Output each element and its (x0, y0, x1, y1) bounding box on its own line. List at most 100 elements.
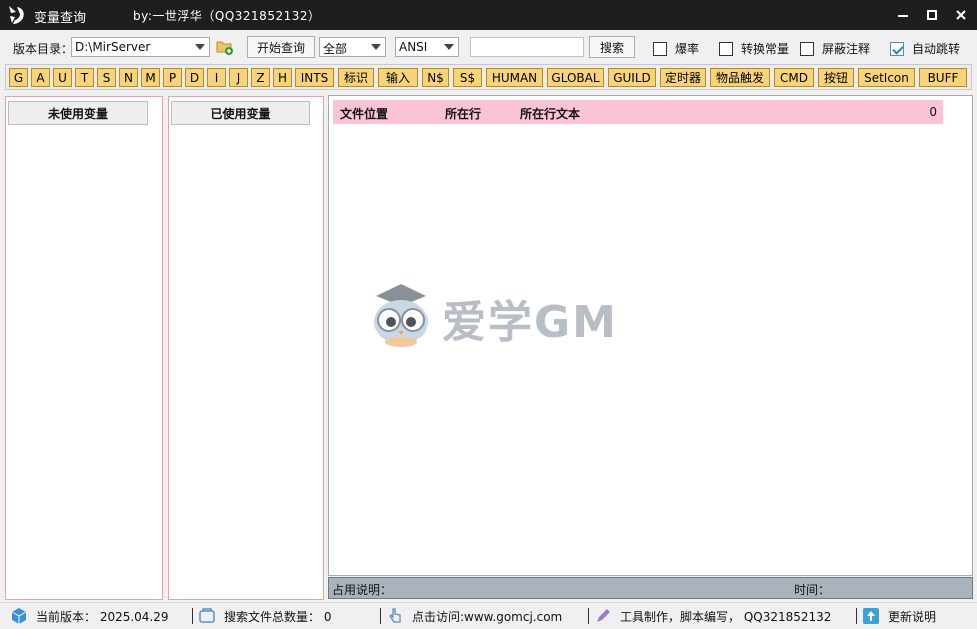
chevron-down-icon (371, 44, 381, 50)
checkbox-label: 屏蔽注释 (822, 42, 871, 56)
var-button-a[interactable]: A (31, 68, 50, 87)
title-bar: 变量查询 by:一世浮华（QQ321852132） (0, 0, 977, 30)
var-button-seticon[interactable]: SetIcon (858, 68, 915, 87)
credit-text: 工具制作，脚本编写， QQ321852132 (620, 609, 832, 624)
var-button-global[interactable]: GLOBAL (547, 68, 604, 87)
checkbox-box[interactable] (653, 41, 667, 56)
var-button-item-trigger[interactable]: 物品触发 (710, 68, 770, 87)
checkbox-box-checked[interactable] (890, 41, 904, 56)
var-button-buff[interactable]: BUFF (919, 68, 967, 87)
var-button-tag[interactable]: 标识 (338, 68, 374, 87)
column-file-location[interactable]: 文件位置 (340, 105, 388, 122)
minimize-icon (898, 15, 908, 17)
var-button-h[interactable]: H (273, 68, 292, 87)
checkbox-auto-jump[interactable]: 自动跳转 (890, 40, 960, 57)
var-button-s-dollar[interactable]: S$ (453, 68, 482, 87)
checkbox-box[interactable] (719, 41, 733, 56)
var-button-d[interactable]: D (185, 68, 204, 87)
minimize-button[interactable] (888, 0, 918, 30)
var-button-j[interactable]: J (229, 68, 248, 87)
unused-variables-panel[interactable]: 未使用变量 (5, 96, 163, 600)
var-button-cmd[interactable]: CMD (774, 68, 814, 87)
separator (588, 608, 589, 624)
var-button-i[interactable]: I (207, 68, 226, 87)
time-label: 时间： (794, 583, 831, 597)
folder-add-button[interactable] (216, 38, 234, 56)
var-button-t[interactable]: T (75, 68, 94, 87)
app-logo-icon (9, 6, 24, 24)
var-button-human[interactable]: HUMAN (486, 68, 543, 87)
bottom-status-bar: 当前版本： 2025.04.29 搜索文件总数量： 0 点击访问:www.gom… (0, 602, 977, 629)
dir-label: 版本目录： (13, 42, 74, 56)
close-button[interactable] (946, 0, 976, 30)
used-variables-panel[interactable]: 已使用变量 (168, 96, 324, 600)
version-item: 当前版本： 2025.04.29 (10, 607, 169, 625)
chevron-down-icon (444, 44, 454, 50)
var-button-guild[interactable]: GUILD (608, 68, 656, 87)
column-line-text[interactable]: 所在行文本 (520, 105, 580, 122)
checkbox-drop-rate[interactable]: 爆率 (653, 40, 699, 57)
folder-add-icon (216, 41, 233, 55)
chevron-down-icon (195, 44, 205, 50)
scope-select[interactable]: 全部 (319, 37, 386, 57)
scope-value: 全部 (323, 42, 348, 56)
owl-mascot-icon (374, 284, 428, 347)
checkbox-label: 转换常量 (741, 42, 790, 56)
start-query-button[interactable]: 开始查询 (247, 36, 315, 58)
dir-select[interactable]: D:\MirServer (71, 37, 210, 57)
separator (380, 608, 381, 624)
var-button-timer[interactable]: 定时器 (660, 68, 706, 87)
file-count-text: 搜索文件总数量： 0 (224, 609, 332, 624)
update-notes-text[interactable]: 更新说明 (888, 608, 936, 625)
dir-value: D:\MirServer (75, 40, 151, 54)
status-strip: 占用说明： 时间： (328, 577, 973, 599)
checkbox-hide-comments[interactable]: 屏蔽注释 (800, 40, 870, 57)
encoding-value: ANSI (399, 40, 428, 54)
checkbox-label: 自动跳转 (912, 42, 961, 56)
used-variables-header[interactable]: 已使用变量 (171, 101, 310, 125)
var-button-s[interactable]: S (97, 68, 116, 87)
var-button-u[interactable]: U (53, 68, 72, 87)
close-icon (956, 10, 966, 20)
pointer-icon (389, 608, 401, 623)
encoding-select[interactable]: ANSI (395, 37, 459, 57)
var-button-p[interactable]: P (163, 68, 182, 87)
variable-button-strip: G A U T S N M P D I J Z H INTS 标识 输入 N$ … (5, 64, 972, 90)
checkbox-box[interactable] (800, 41, 814, 56)
results-header: 文件位置 所在行 所在行文本 0 (333, 100, 943, 124)
pen-icon (597, 609, 610, 622)
var-button-n[interactable]: N (119, 68, 138, 87)
credit-item: 工具制作，脚本编写， QQ321852132 (594, 607, 831, 625)
usage-label: 占用说明： (332, 583, 393, 597)
var-button-g[interactable]: G (9, 68, 28, 87)
var-button-m[interactable]: M (141, 68, 160, 87)
maximize-button[interactable] (917, 0, 947, 30)
maximize-icon (927, 10, 937, 20)
search-input[interactable] (470, 37, 584, 57)
var-button-button[interactable]: 按钮 (818, 68, 854, 87)
files-icon (199, 608, 215, 623)
column-line[interactable]: 所在行 (445, 105, 481, 122)
checkbox-label: 爆率 (675, 42, 700, 56)
author-byline: by:一世浮华（QQ321852132） (133, 9, 321, 23)
visit-link[interactable]: 点击访问:www.gomcj.com (386, 607, 562, 625)
window-title: 变量查询 (34, 11, 87, 26)
var-button-n-dollar[interactable]: N$ (422, 68, 449, 87)
version-text: 当前版本： 2025.04.29 (36, 609, 169, 624)
checkbox-convert-constant[interactable]: 转换常量 (719, 40, 789, 57)
separator (192, 608, 193, 624)
file-count-item: 搜索文件总数量： 0 (198, 607, 331, 625)
var-button-z[interactable]: Z (251, 68, 270, 87)
var-button-input[interactable]: 输入 (378, 68, 418, 87)
search-button[interactable]: 搜索 (589, 36, 635, 58)
separator (856, 608, 857, 624)
update-notes-button[interactable]: 更新说明 (862, 607, 936, 625)
watermark-logo: 爱学GM (370, 274, 616, 354)
upload-icon (863, 608, 879, 624)
result-count: 0 (929, 105, 937, 119)
unused-variables-header[interactable]: 未使用变量 (8, 101, 148, 125)
watermark-text: 爱学GM (442, 297, 618, 348)
cube-icon (11, 608, 27, 624)
var-button-ints[interactable]: INTS (295, 68, 334, 87)
visit-text[interactable]: 点击访问:www.gomcj.com (412, 608, 562, 625)
